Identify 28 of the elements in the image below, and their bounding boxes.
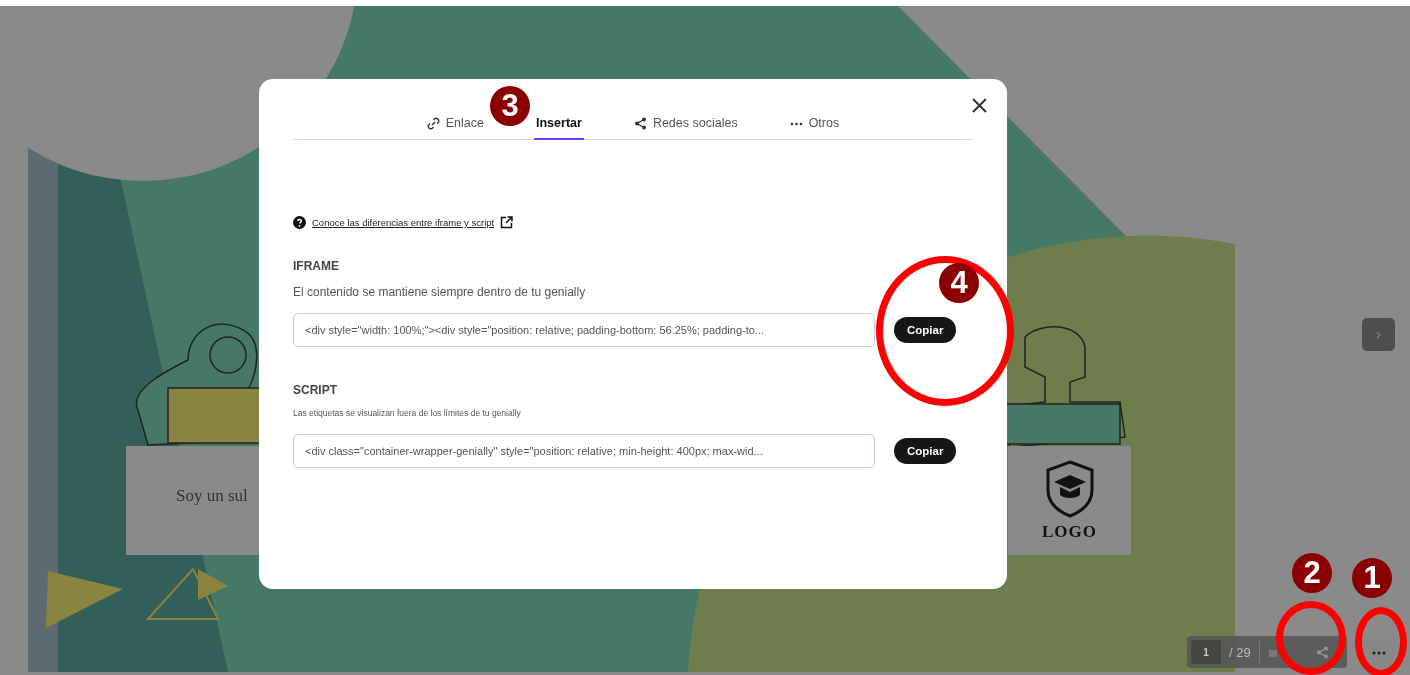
share-icon[interactable] xyxy=(1315,645,1329,659)
tab[interactable]: Redes sociales xyxy=(631,112,740,140)
page-number-field[interactable]: 1 xyxy=(1191,640,1221,664)
tab[interactable]: Insertar xyxy=(534,112,584,140)
tab[interactable]: Otros xyxy=(787,112,842,140)
embed-code-field[interactable]: <div class="container-wrapper-genially" style="position: relative; min-height: 400px; max-wid... xyxy=(293,434,875,468)
section-description: Las etiquetas se visualizan fuera de los límites de tu genially xyxy=(293,408,522,418)
logo-text: LOGO xyxy=(1042,521,1097,542)
external-link-icon[interactable] xyxy=(500,216,514,229)
close-icon[interactable] xyxy=(972,98,987,113)
section-heading: IFRAME xyxy=(293,259,340,273)
subtitle-text: Soy un sul xyxy=(176,486,248,506)
step-number-badge: 1 xyxy=(1352,558,1392,598)
dots-icon xyxy=(1371,650,1386,655)
copy-button[interactable]: Copiar xyxy=(894,438,957,464)
section-description: El contenido se mantiene siempre dentro de tu genially xyxy=(293,285,587,299)
step-number-badge: 2 xyxy=(1292,553,1332,593)
help-icon xyxy=(293,216,306,229)
triangle-shape xyxy=(198,569,228,600)
share-icon xyxy=(633,116,647,130)
copy-button[interactable]: Copiar xyxy=(894,317,957,343)
section-heading: SCRIPT xyxy=(293,383,338,397)
link-icon xyxy=(426,116,440,130)
square-icon[interactable] xyxy=(1267,647,1278,657)
tab[interactable]: Enlace xyxy=(424,112,486,140)
embed-code-field[interactable]: <div style="width: 100%;"><div style="position: relative; padding-bottom: 56.25%; padding-to... xyxy=(293,313,875,347)
help-link[interactable]: Conoce las diferencias entre iframe y script xyxy=(312,217,495,228)
page-total: / 29 xyxy=(1229,644,1251,660)
